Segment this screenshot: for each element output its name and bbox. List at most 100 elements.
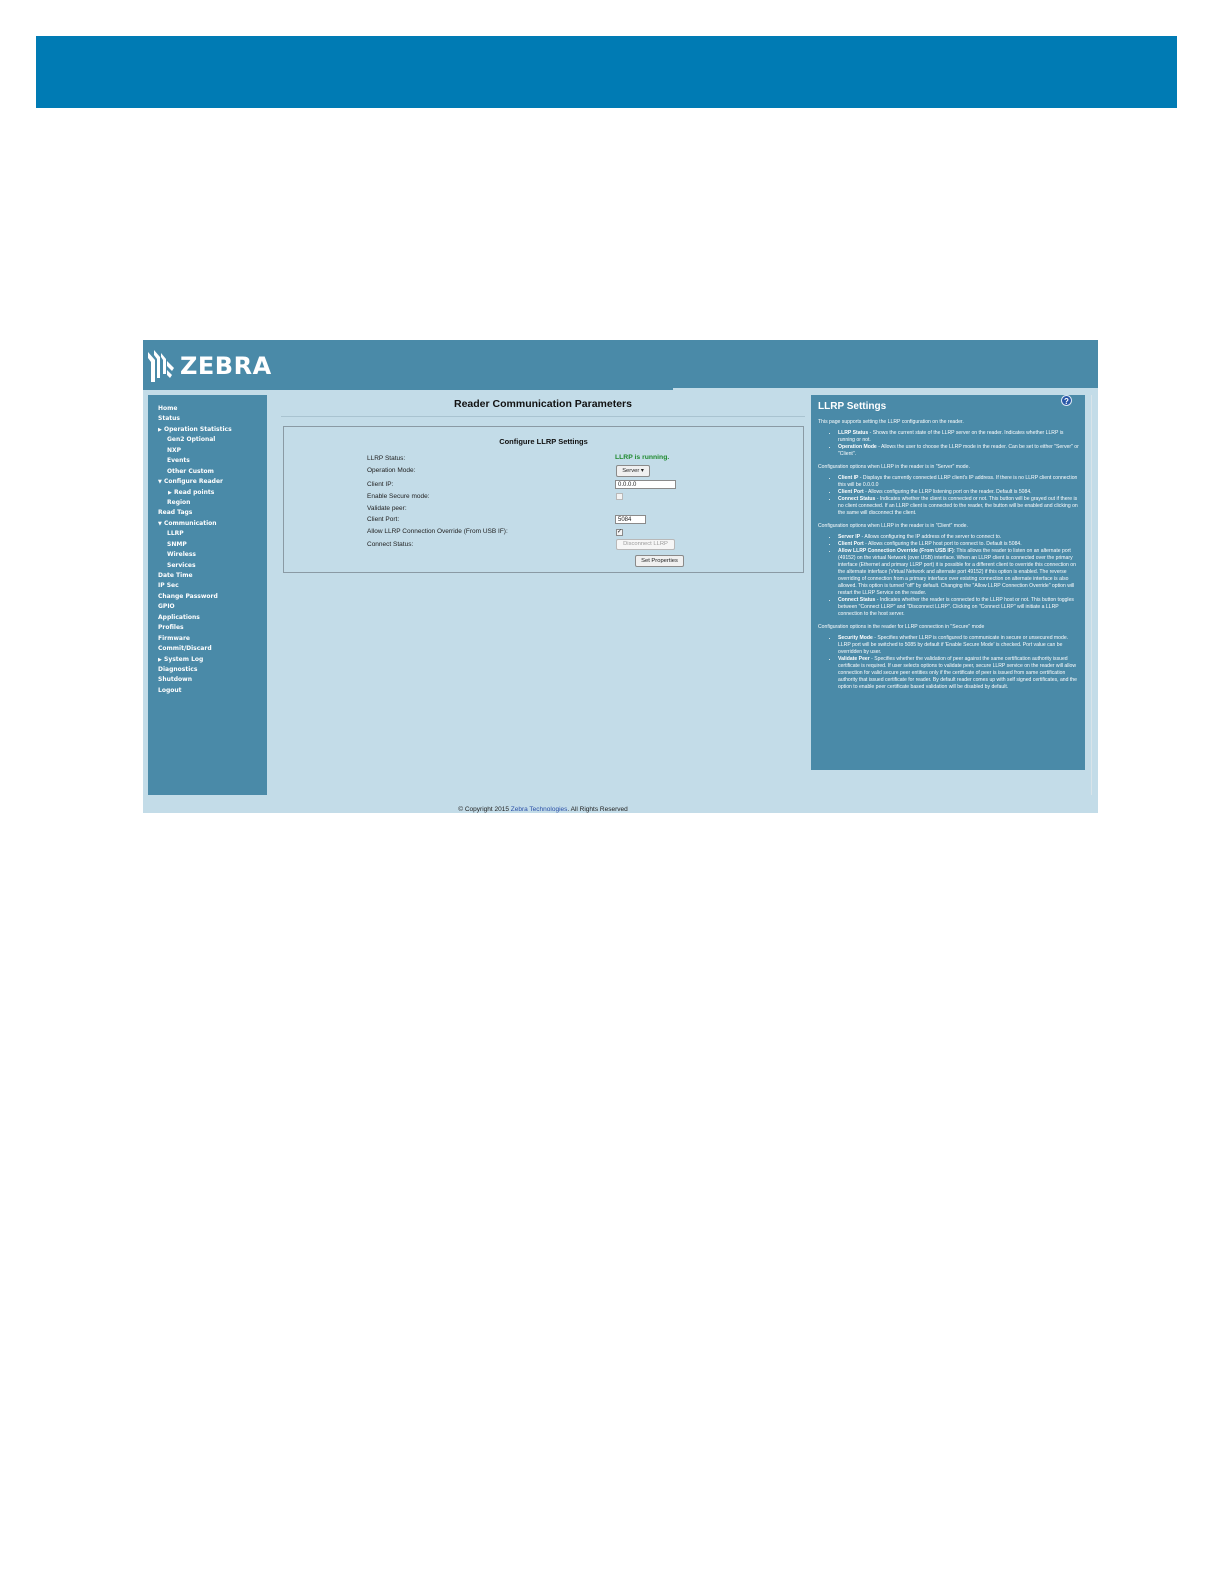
sidebar-item-label: Commit/Discard [158, 645, 212, 653]
sidebar-item[interactable]: ▶ Operation Statistics [148, 425, 267, 435]
help-description: - Specifies whether the validation of pe… [838, 656, 1077, 690]
sidebar-item-label: LLRP [167, 530, 184, 538]
client-port-input[interactable]: 5084 [615, 515, 646, 524]
help-list-item: Client IP - Displays the currently conne… [838, 475, 1080, 489]
sidebar-item[interactable]: Diagnostics [148, 665, 267, 675]
sidebar-item[interactable]: Profiles [148, 623, 267, 633]
scrollbar[interactable] [1091, 395, 1092, 795]
sidebar-item-label: Logout [158, 686, 182, 694]
checkmark-icon: ✓ [617, 529, 623, 535]
sidebar-item[interactable]: IP Sec [148, 581, 267, 591]
sidebar-item-label: Diagnostics [158, 665, 198, 673]
sidebar-item[interactable]: Commit/Discard [148, 644, 267, 654]
sidebar-item[interactable]: Applications [148, 613, 267, 623]
help-icon[interactable]: ? [1061, 395, 1072, 406]
config-panel-title: Configure LLRP Settings [499, 437, 588, 446]
sidebar-item-label: Home [158, 405, 178, 412]
client-port-label: Client Port: [367, 516, 400, 523]
help-list-item: Operation Mode - Allows the user to choo… [838, 444, 1080, 458]
help-description: - Allows configuring the LLRP host port … [863, 541, 1022, 547]
sidebar-item[interactable]: LLRP [148, 529, 267, 539]
help-intro: This page supports setting the LLRP conf… [818, 419, 964, 425]
help-term: Server IP [838, 534, 861, 540]
help-list-item: Allow LLRP Connection Override (From USB… [838, 548, 1080, 597]
sidebar-item[interactable]: SNMP [148, 540, 267, 550]
footer-link[interactable]: Zebra Technologies [511, 806, 568, 813]
sidebar-item-label: Change Password [158, 592, 218, 600]
help-term: Client Port [838, 489, 864, 495]
sidebar-item[interactable]: Gen2 Optional [148, 435, 267, 445]
title-divider [281, 416, 805, 417]
sidebar-item[interactable]: Services [148, 561, 267, 571]
sidebar-item[interactable]: Change Password [148, 592, 267, 602]
sidebar-item-label: Operation Statistics [164, 425, 232, 433]
sidebar-item-label: Applications [158, 613, 200, 621]
enable-secure-label: Enable Secure mode: [367, 493, 430, 500]
sidebar-item-label: Gen2 Optional [167, 436, 216, 444]
zebra-head-icon [148, 350, 174, 382]
sidebar-item[interactable]: NXP [148, 446, 267, 456]
allow-override-checkbox[interactable]: ✓ [616, 529, 623, 536]
enable-secure-checkbox[interactable] [616, 493, 623, 500]
sidebar-item[interactable]: ▼ Communication [148, 519, 267, 529]
sidebar-item-label: Status [158, 415, 180, 423]
help-general-list: LLRP Status - Shows the current state of… [818, 430, 1080, 458]
footer-suffix: . All Rights Reserved [567, 806, 628, 813]
help-description: - Allows configuring the LLRP listening … [863, 489, 1032, 495]
help-list-item: Validate Peer - Specifies whether the va… [838, 656, 1080, 691]
client-ip-input[interactable]: 0.0.0.0 [615, 480, 676, 489]
allow-override-label: Allow LLRP Connection Override (From USB… [367, 528, 508, 535]
app-header: ZEBRA [143, 340, 1098, 390]
sidebar-item[interactable]: ▶ System Log [148, 655, 267, 665]
header-divider [673, 388, 1098, 390]
sidebar-item[interactable]: Wireless [148, 550, 267, 560]
sidebar-item[interactable]: Logout [148, 686, 267, 696]
help-description: - Specifies whether LLRP is configured t… [838, 635, 1069, 655]
validate-peer-label: Validate peer: [367, 505, 407, 512]
sidebar-item[interactable]: Shutdown [148, 675, 267, 685]
help-list-item: Server IP - Allows configuring the IP ad… [838, 534, 1080, 541]
operation-mode-value: Server [622, 468, 640, 474]
sidebar-item-label: Shutdown [158, 676, 192, 684]
help-server-heading: Configuration options when LLRP in the r… [818, 464, 970, 470]
help-server-list: Client IP - Displays the currently conne… [818, 475, 1080, 517]
connect-status-label: Connect Status: [367, 541, 414, 548]
sidebar-item-label: Profiles [158, 624, 184, 632]
sidebar-item[interactable]: Region [148, 498, 267, 508]
zebra-logo[interactable]: ZEBRA [146, 348, 272, 384]
help-description: : This allows the reader to listen on an… [838, 548, 1076, 596]
sidebar-item[interactable]: Other Custom [148, 467, 267, 477]
help-client-heading: Configuration options when LLRP in the r… [818, 523, 968, 529]
sidebar-item-label: Read points [174, 488, 215, 496]
help-list-item: LLRP Status - Shows the current state of… [838, 430, 1080, 444]
sidebar-item-label: Wireless [167, 551, 196, 559]
chevron-down-icon: ▾ [640, 468, 644, 474]
help-content: This page supports setting the LLRP conf… [818, 419, 1080, 697]
sidebar-item[interactable]: Read Tags [148, 508, 267, 518]
operation-mode-select[interactable]: Server ▾ [616, 465, 650, 477]
help-list-item: Security Mode - Specifies whether LLRP i… [838, 635, 1080, 656]
help-term: Security Mode [838, 635, 873, 641]
sidebar-item[interactable]: Events [148, 456, 267, 466]
sidebar-item[interactable]: GPIO [148, 602, 267, 612]
disconnect-llrp-button[interactable]: Disconnect LLRP [616, 539, 675, 550]
document-header-banner [36, 36, 1177, 108]
help-description: - Allows configuring the IP address of t… [860, 534, 1002, 540]
client-ip-label: Client IP: [367, 481, 394, 488]
sidebar-item[interactable]: Firmware [148, 634, 267, 644]
help-list-item: Connect Status - Indicates whether the r… [838, 597, 1080, 618]
sidebar-item[interactable]: Home [148, 404, 267, 414]
sidebar-item-label: Services [167, 561, 196, 569]
help-client-list: Server IP - Allows configuring the IP ad… [818, 534, 1080, 618]
sidebar-item-label: Events [167, 457, 190, 465]
sidebar-item[interactable]: ▼ Configure Reader [148, 477, 267, 487]
llrp-config-panel: Configure LLRP Settings LLRP Status: LLR… [283, 426, 804, 573]
sidebar-item-label: NXP [167, 446, 182, 454]
sidebar-item[interactable]: ▶ Read points [148, 488, 267, 498]
set-properties-button[interactable]: Set Properties [635, 555, 684, 567]
sidebar-item[interactable]: Date Time [148, 571, 267, 581]
sidebar-item-label: Date Time [158, 572, 193, 579]
sidebar-item[interactable]: Status [148, 414, 267, 424]
sidebar-item-label: SNMP [167, 540, 187, 548]
help-secure-heading: Configuration options in the reader for … [818, 624, 985, 630]
